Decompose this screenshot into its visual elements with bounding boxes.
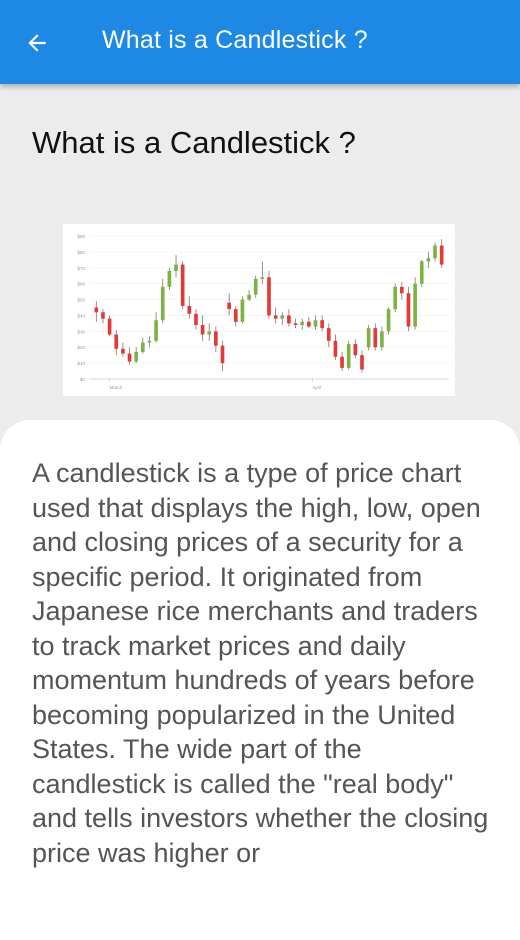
candle-body <box>413 283 417 327</box>
candle-body <box>346 344 351 368</box>
candle-body <box>121 348 125 354</box>
candle-body <box>313 320 318 327</box>
y-tick-label: $70 <box>77 266 85 271</box>
app-bar: What is a Candlestick ? <box>0 0 520 84</box>
candle-body <box>147 340 152 343</box>
candle-body <box>160 286 165 321</box>
candle-body <box>253 278 258 295</box>
candle-body <box>140 342 145 352</box>
candle-body <box>386 309 391 332</box>
candle-body <box>293 323 298 325</box>
y-tick-label: $0 <box>80 377 86 382</box>
candlestick-chart-image: $0 $10 $20 $30 $40 $50 $60 $70 $80 $90 March April <box>63 224 455 396</box>
candle-body <box>200 324 205 335</box>
candle-body <box>227 302 231 310</box>
candle-body <box>214 331 218 346</box>
candle-body <box>174 264 178 271</box>
candle-body <box>273 315 278 319</box>
candle-body <box>400 286 404 294</box>
candle-body <box>333 340 338 357</box>
candle-body <box>353 344 358 356</box>
candle-body <box>194 313 198 325</box>
candle-body <box>326 328 331 341</box>
description-text: A candlestick is a type of price chart u… <box>32 458 489 868</box>
candle-body <box>419 261 424 284</box>
candle-body <box>127 353 132 362</box>
candle-body <box>94 307 99 313</box>
candle-body <box>101 312 105 319</box>
candle-body <box>426 258 431 262</box>
y-tick-label: $10 <box>77 361 85 366</box>
x-tick-label: April <box>312 385 321 390</box>
candle-body <box>240 299 245 322</box>
candle-body <box>373 328 378 348</box>
candle-body <box>406 293 411 327</box>
candle-body <box>180 264 185 306</box>
candle-body <box>380 331 384 348</box>
arrow-back-icon <box>28 34 46 52</box>
y-tick-label: $50 <box>77 298 85 303</box>
candle-body <box>300 321 305 325</box>
candle-body <box>307 321 311 327</box>
y-tick-label: $80 <box>77 250 85 255</box>
candle-body <box>360 355 364 370</box>
candle-body <box>433 245 437 259</box>
candle-body <box>393 286 398 310</box>
candle-body <box>114 334 119 349</box>
candle-body <box>154 320 158 341</box>
y-tick-label: $90 <box>77 234 85 239</box>
candle-body <box>207 331 212 335</box>
candle-body <box>233 309 238 322</box>
candle-body <box>439 245 444 265</box>
candle-body <box>340 356 344 368</box>
candle-body <box>287 315 291 324</box>
y-tick-label: $20 <box>77 345 85 350</box>
back-button[interactable] <box>14 20 60 66</box>
candlestick-chart: $0 $10 $20 $30 $40 $50 $60 $70 $80 $90 March April <box>77 234 449 390</box>
candle-body <box>134 351 138 362</box>
candle-body <box>267 277 271 316</box>
candle-body <box>280 315 285 319</box>
candle-body <box>366 328 371 348</box>
x-tick-label: March <box>110 385 123 390</box>
app-bar-title: What is a Candlestick ? <box>102 26 368 54</box>
y-tick-label: $40 <box>77 313 85 318</box>
y-tick-label: $60 <box>77 282 85 287</box>
candle-body <box>320 320 324 329</box>
candle-body <box>220 345 225 364</box>
candle-body <box>187 305 192 314</box>
candle-body <box>247 294 251 300</box>
y-tick-label: $30 <box>77 329 85 334</box>
candle-body <box>260 277 265 279</box>
candle-body <box>107 318 112 335</box>
candle-body <box>167 270 172 287</box>
page-title: What is a Candlestick ? <box>32 125 356 160</box>
